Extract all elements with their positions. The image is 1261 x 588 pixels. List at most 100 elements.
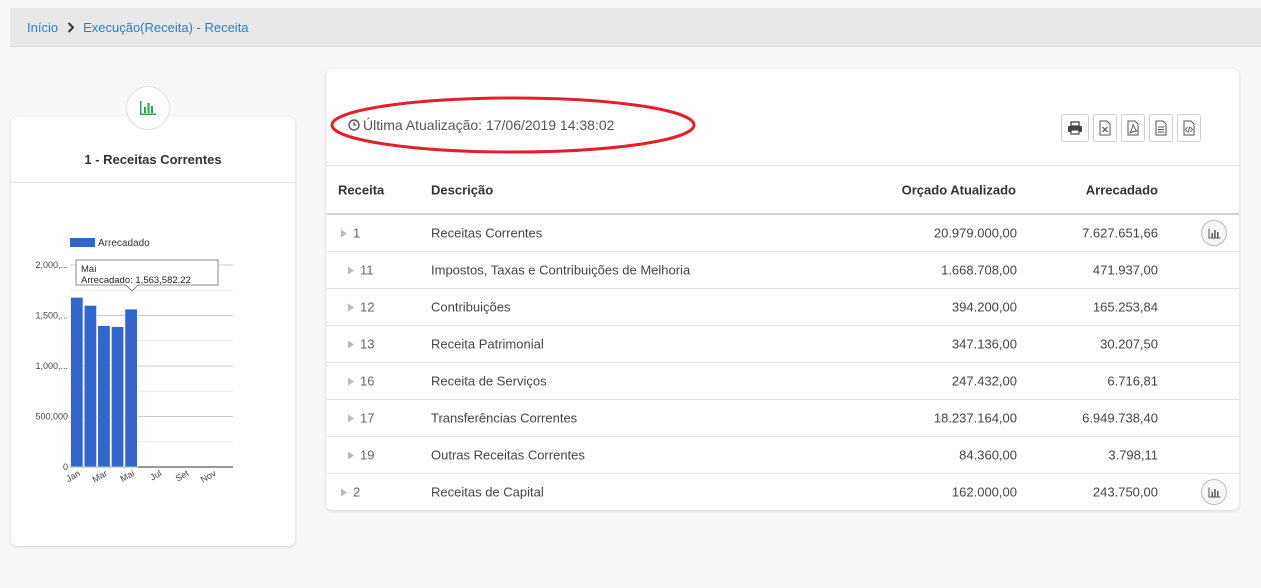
row-description: Contribuições xyxy=(431,299,511,315)
y-tick-label: 1,000,... xyxy=(35,361,68,371)
row-description: Receita Patrimonial xyxy=(431,336,544,352)
table-row[interactable]: 17 Transferências Correntes 18.237.164,0… xyxy=(326,399,1239,436)
print-button[interactable] xyxy=(1061,114,1089,142)
row-arrecadado: 30.207,50 xyxy=(1100,336,1158,352)
row-orcado: 162.000,00 xyxy=(951,484,1017,500)
y-tick-label: 500,000 xyxy=(35,412,68,422)
header-code[interactable]: Receita xyxy=(338,182,384,197)
chart-bar-mai[interactable] xyxy=(124,308,138,468)
expand-triangle-icon[interactable] xyxy=(348,266,354,274)
y-tick-label: 2,000,... xyxy=(35,260,68,270)
legend-label: Arrecadado xyxy=(98,238,150,249)
export-toolbar xyxy=(1061,114,1201,142)
table-row[interactable]: 13 Receita Patrimonial 347.136,00 30.207… xyxy=(326,325,1239,362)
tooltip-value: Arrecadado: 1,563,582.22 xyxy=(81,275,191,286)
bar-chart-icon xyxy=(1208,228,1220,238)
chart-bar-abr[interactable] xyxy=(111,326,125,468)
annotation-ellipse xyxy=(330,96,696,154)
breadcrumb-current-link[interactable]: Execução(Receita) - Receita xyxy=(83,20,248,35)
row-description: Transferências Correntes xyxy=(431,410,578,426)
chart-bar-mar[interactable] xyxy=(97,325,111,468)
table-row[interactable]: 12 Contribuições 394.200,00 165.253,84 xyxy=(326,288,1239,325)
legend-swatch xyxy=(70,238,95,247)
row-orcado: 18.237.164,00 xyxy=(933,410,1017,426)
export-document-button[interactable] xyxy=(1149,114,1173,142)
expand-triangle-icon[interactable] xyxy=(341,229,347,237)
expand-triangle-icon[interactable] xyxy=(341,488,347,496)
table-row[interactable]: 19 Outras Receitas Correntes 84.360,00 3… xyxy=(326,436,1239,473)
row-code: 2 xyxy=(353,484,361,500)
document-icon xyxy=(1155,120,1167,136)
row-code: 17 xyxy=(360,410,375,426)
export-code-button[interactable] xyxy=(1177,114,1201,142)
row-description: Impostos, Taxas e Contribuições de Melho… xyxy=(431,262,691,278)
y-tick-label: 1,500,... xyxy=(35,311,68,321)
row-chart-button[interactable] xyxy=(1201,479,1227,505)
export-excel-button[interactable] xyxy=(1093,114,1117,142)
row-chart-button[interactable] xyxy=(1201,220,1227,246)
row-arrecadado: 165.253,84 xyxy=(1092,299,1158,315)
divider xyxy=(11,182,295,183)
header-orcado[interactable]: Orçado Atualizado xyxy=(902,182,1016,197)
revenue-bar-chart: 0500,0001,000,...1,500,...2,000,... Jan M… xyxy=(35,238,233,485)
excel-icon xyxy=(1099,120,1111,136)
breadcrumb-home-link[interactable]: Início xyxy=(27,20,58,35)
x-tick-label: Mai xyxy=(119,468,137,484)
row-code: 1 xyxy=(353,225,361,241)
expand-triangle-icon[interactable] xyxy=(348,451,354,459)
row-code: 11 xyxy=(360,262,374,278)
row-arrecadado: 243.750,00 xyxy=(1092,484,1158,500)
chart-bars xyxy=(70,297,138,468)
x-tick-label: Jul xyxy=(148,468,163,482)
row-orcado: 347.136,00 xyxy=(951,336,1017,352)
header-arrecadado[interactable]: Arrecadado xyxy=(1086,182,1158,197)
code-icon xyxy=(1183,120,1195,136)
row-description: Receita de Serviços xyxy=(431,373,547,389)
expand-triangle-icon[interactable] xyxy=(348,377,354,385)
bar-chart-icon xyxy=(126,86,170,130)
header-description[interactable]: Descrição xyxy=(431,182,493,197)
row-arrecadado: 3.798,11 xyxy=(1108,447,1158,463)
row-arrecadado: 6.949.738,40 xyxy=(1082,410,1158,426)
revenue-table: Receita Descrição Orçado Atualizado Arre… xyxy=(326,165,1239,510)
row-code: 13 xyxy=(360,336,375,352)
chart-bar-jan[interactable] xyxy=(70,297,84,468)
row-orcado: 247.432,00 xyxy=(951,373,1017,389)
x-tick-label: Nov xyxy=(199,468,218,485)
x-tick-label: Set xyxy=(174,468,191,484)
table-row[interactable]: 2 Receitas de Capital 162.000,00 243.750… xyxy=(326,473,1239,510)
x-tick-label: Mar xyxy=(91,468,109,484)
table-header: Receita Descrição Orçado Atualizado Arre… xyxy=(326,165,1239,215)
expand-triangle-icon[interactable] xyxy=(348,303,354,311)
row-orcado: 1.668.708,00 xyxy=(941,262,1017,278)
row-description: Receitas de Capital xyxy=(431,484,544,500)
expand-triangle-icon[interactable] xyxy=(348,340,354,348)
row-orcado: 20.979.000,00 xyxy=(933,225,1017,241)
breadcrumb-bar: Início Execução(Receita) - Receita xyxy=(10,8,1261,47)
chart-tooltip: Mai Arrecadado: 1,563,582.22 xyxy=(75,259,219,292)
expand-triangle-icon[interactable] xyxy=(348,414,354,422)
table-row[interactable]: 16 Receita de Serviços 247.432,00 6.716,… xyxy=(326,362,1239,399)
chart-legend[interactable]: Arrecadado xyxy=(70,238,150,249)
chart-bar-fev[interactable] xyxy=(83,305,97,468)
row-orcado: 394.200,00 xyxy=(951,299,1017,315)
export-pdf-button[interactable] xyxy=(1121,114,1145,142)
row-code: 12 xyxy=(360,299,375,315)
row-description: Receitas Correntes xyxy=(431,225,543,241)
y-tick-label: 0 xyxy=(63,462,68,472)
bar-chart-icon xyxy=(1208,487,1220,497)
row-arrecadado: 471.937,00 xyxy=(1092,262,1158,278)
row-arrecadado: 6.716,81 xyxy=(1107,373,1158,389)
tooltip-title: Mai xyxy=(81,264,96,275)
row-orcado: 84.360,00 xyxy=(959,447,1017,463)
print-icon xyxy=(1068,121,1082,135)
row-code: 19 xyxy=(360,447,375,463)
row-arrecadado: 7.627.651,66 xyxy=(1082,225,1158,241)
chevron-right-icon xyxy=(67,22,75,33)
breadcrumb: Início Execução(Receita) - Receita xyxy=(27,20,249,35)
chart-card-title: 1 - Receitas Correntes xyxy=(84,152,222,167)
y-axis-ticks: 0 500,000 1,000,... 1,500,... 2,000,... xyxy=(35,260,68,472)
x-axis-ticks: Jan Mar Mai Jul Set Nov xyxy=(64,468,218,485)
table-row[interactable]: 1 Receitas Correntes 20.979.000,00 7.627… xyxy=(326,215,1239,251)
table-row[interactable]: 11 Impostos, Taxas e Contribuições de Me… xyxy=(326,251,1239,288)
